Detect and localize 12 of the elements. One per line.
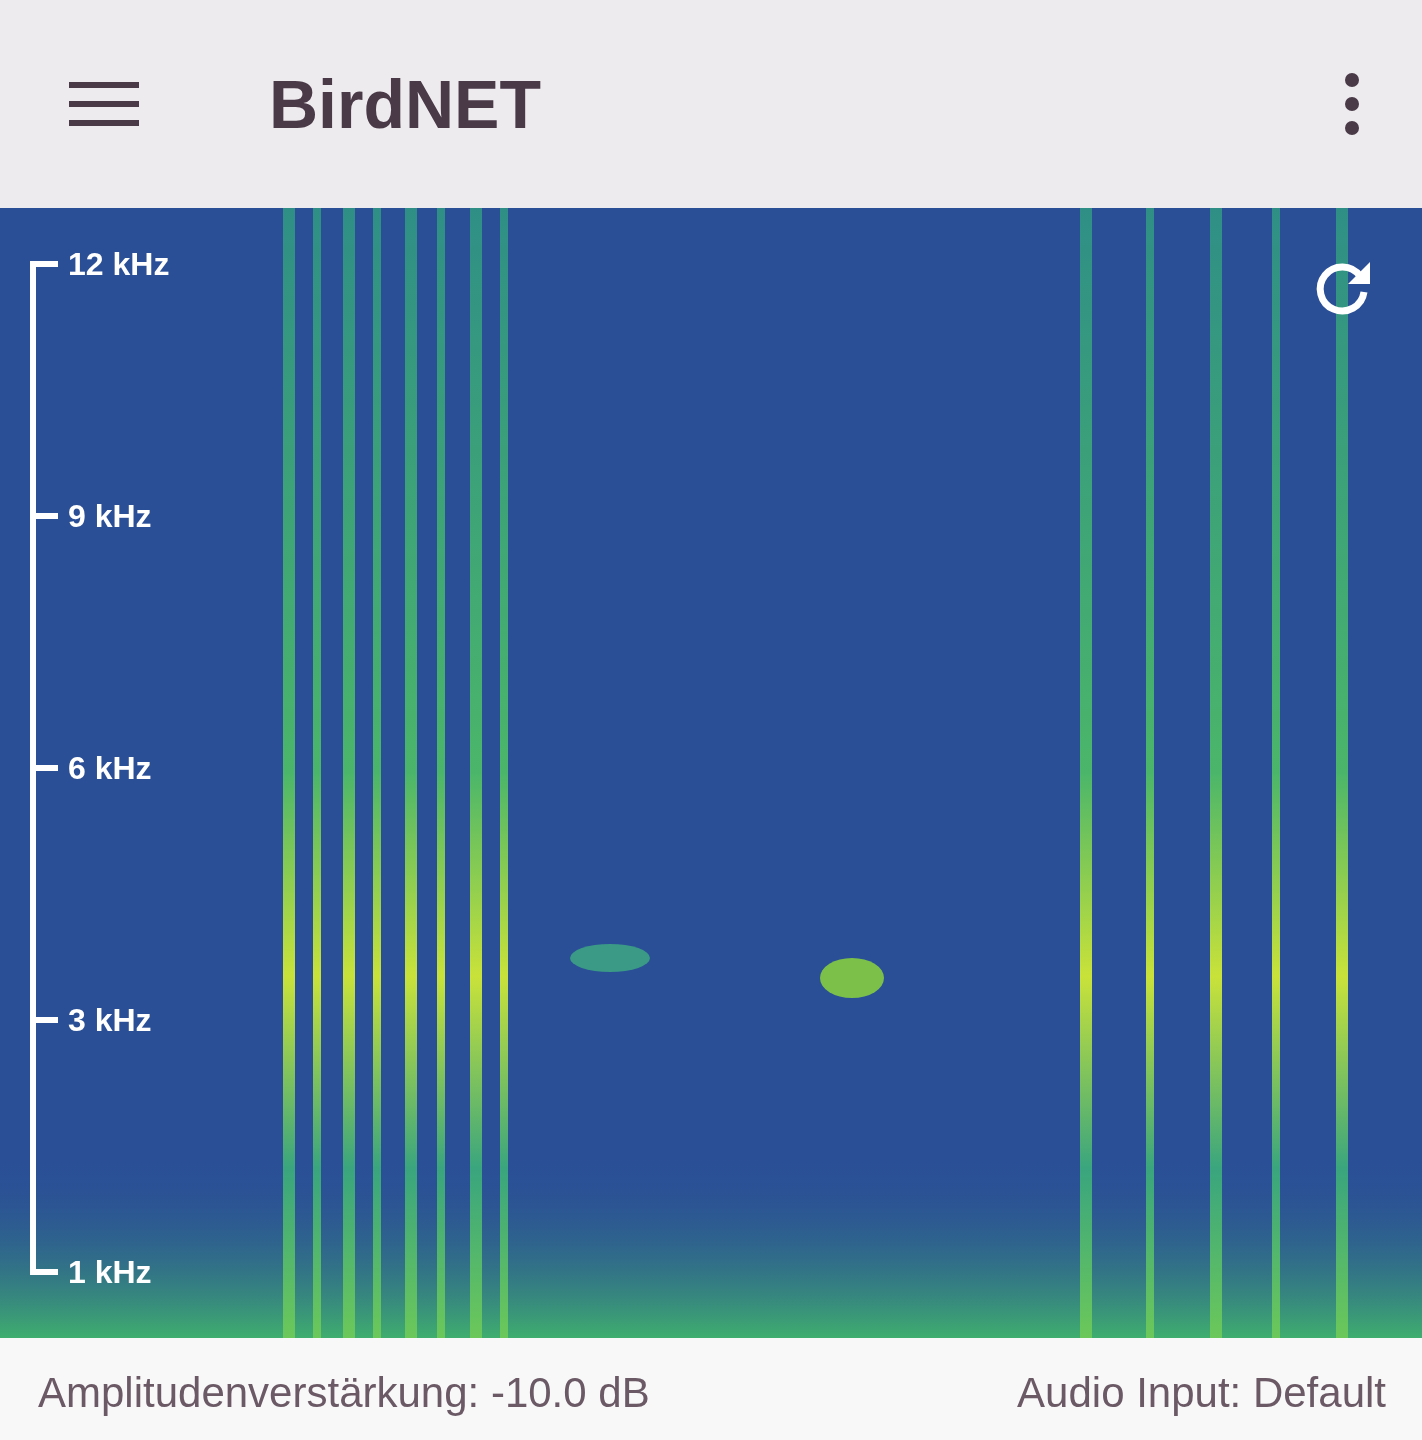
tick-label: 9 kHz xyxy=(68,497,152,535)
more-options-button[interactable] xyxy=(1342,72,1362,136)
tick-label: 6 kHz xyxy=(68,749,152,787)
app-title: BirdNET xyxy=(269,65,542,143)
tick-label: 12 kHz xyxy=(68,245,170,283)
audio-input-label: Audio Input: Default xyxy=(1017,1369,1386,1417)
amplification-label: Amplitudenverstärkung: -10.0 dB xyxy=(38,1369,650,1417)
more-options-icon xyxy=(1342,72,1362,136)
menu-icon xyxy=(69,80,139,128)
tick-label: 3 kHz xyxy=(68,1001,152,1039)
menu-button[interactable] xyxy=(69,80,139,128)
tick-label: 1 kHz xyxy=(68,1253,152,1291)
